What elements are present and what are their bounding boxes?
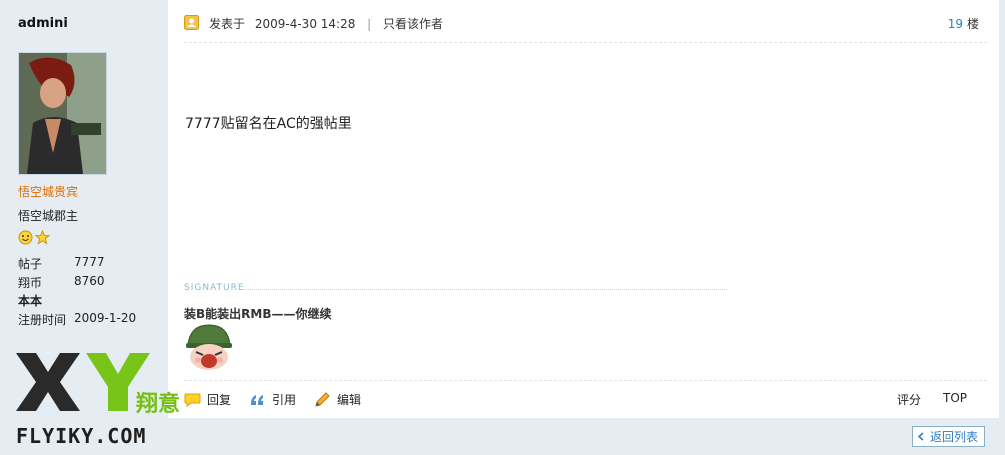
reply-icon [184, 393, 201, 407]
post-author-icon [184, 15, 199, 30]
header-divider [184, 42, 987, 43]
signature-label: SIGNATURE [184, 283, 245, 293]
author-username[interactable]: admini [18, 16, 68, 31]
stat-coins: 翔币 8760 [18, 274, 105, 291]
avatar[interactable] [18, 52, 107, 175]
edit-label: 编辑 [337, 393, 362, 407]
user-title: 悟空城郡主 [18, 209, 79, 223]
back-arrow-icon [917, 432, 924, 441]
quote-label: 引用 [272, 393, 297, 407]
post-content: 7777贴留名在AC的强帖里 [185, 116, 352, 132]
back-to-list-label: 返回列表 [929, 430, 978, 444]
edit-button[interactable]: 编辑 [314, 391, 361, 408]
stat-label: 本本 [18, 294, 43, 308]
pencil-icon [315, 392, 330, 407]
stat-label: 帖子 [18, 257, 43, 271]
right-edge [999, 0, 1005, 418]
reply-label: 回复 [207, 393, 232, 407]
footer-divider [184, 380, 987, 381]
rate-link[interactable]: 评分 [897, 391, 921, 408]
post-body: 发表于 2009-4-30 14:28 | 只看该作者 19 楼 7777贴留名在… [168, 0, 1005, 418]
stat-label: 翔币 [18, 276, 43, 290]
posted-time: 2009-4-30 14:28 [254, 17, 356, 31]
post-actions: 回复 引用 编辑 [184, 391, 361, 408]
signature-emoticon-icon [186, 324, 232, 370]
reply-button[interactable]: 回复 [184, 391, 231, 408]
stat-register-date: 注册时间 2009-1-20 [18, 311, 136, 328]
post-meta: 发表于 2009-4-30 14:28 | 只看该作者 [209, 15, 443, 32]
signature-text: 装B能装出RMB——你继续 [184, 307, 332, 321]
smiley-icon [18, 230, 33, 245]
quote-button[interactable]: 引用 [249, 391, 296, 408]
star-icon [35, 230, 50, 245]
stat-value: 7777 [74, 255, 105, 269]
user-group: 悟空城贵宾 [18, 185, 79, 199]
floor-number-value[interactable]: 19 [948, 17, 963, 31]
stat-value: 8760 [74, 274, 105, 288]
logo-site-text: FLYIKY.COM [16, 424, 147, 448]
posted-label: 发表于 [209, 17, 246, 31]
stat-benben: 本本 [18, 292, 42, 309]
back-to-list-button[interactable]: 返回列表 [911, 426, 985, 447]
top-link[interactable]: TOP [943, 391, 967, 408]
signature-divider [244, 289, 727, 290]
stat-posts: 帖子 7777 [18, 255, 105, 272]
meta-separator: | [367, 17, 372, 31]
stat-label: 注册时间 [18, 313, 67, 327]
logo-chinese-text: 翔意 [136, 392, 181, 417]
post-right-actions: 评分 TOP [897, 391, 967, 408]
stat-value: 2009-1-20 [74, 311, 137, 325]
rank-icons [18, 230, 50, 245]
only-author-link[interactable]: 只看该作者 [383, 17, 443, 31]
avatar-image [19, 53, 106, 174]
floor-label: 楼 [966, 17, 979, 31]
floor-number[interactable]: 19 楼 [948, 15, 979, 32]
quote-icon [251, 395, 264, 405]
